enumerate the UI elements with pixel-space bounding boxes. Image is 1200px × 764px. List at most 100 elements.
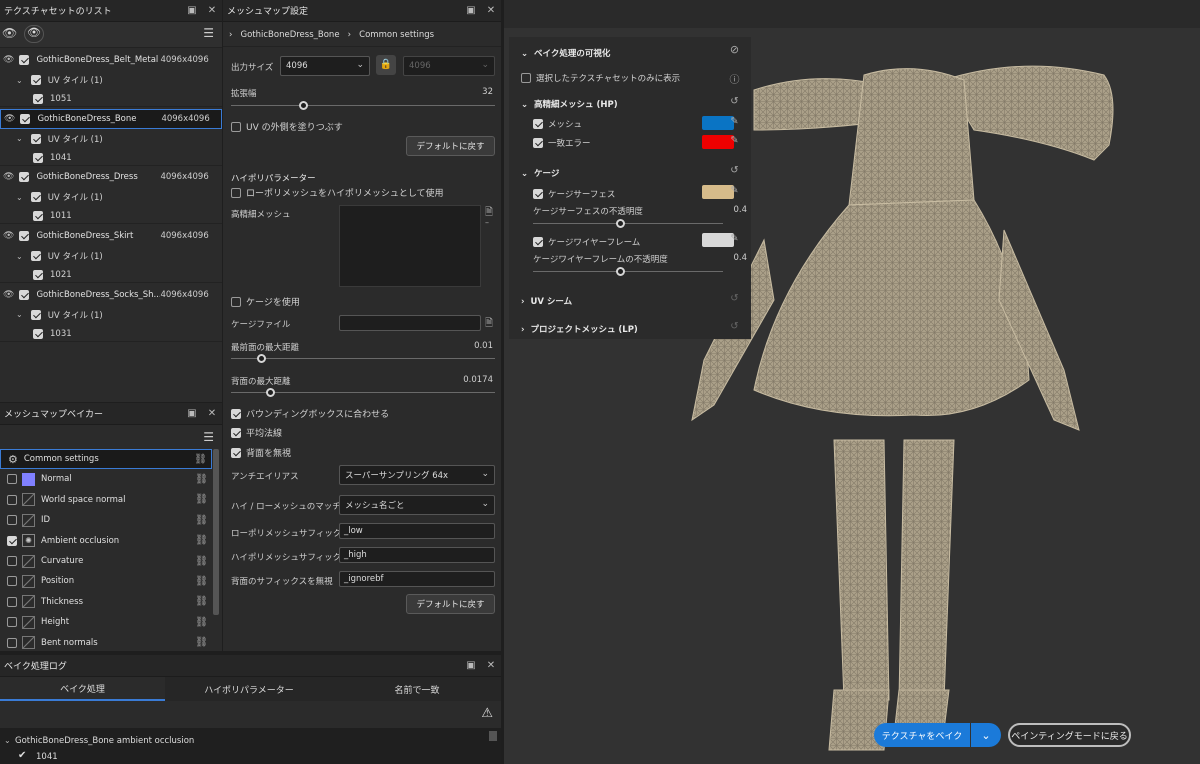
checkbox[interactable] <box>231 408 241 419</box>
checkbox[interactable] <box>30 133 41 144</box>
link-icon[interactable]: ⛓ <box>195 494 208 505</box>
chevron-down-icon[interactable]: ⌄ <box>16 76 23 85</box>
checkbox[interactable] <box>7 637 17 648</box>
checkbox[interactable] <box>533 138 543 148</box>
checkbox[interactable] <box>231 427 241 438</box>
checkbox[interactable] <box>33 328 43 339</box>
uv-tile-row[interactable]: 1041 <box>33 150 72 166</box>
average-normals-checkbox[interactable]: 平均法線 <box>231 426 282 439</box>
baker-map-row[interactable]: ✺ Ambient occlusion ⛓ <box>0 531 212 551</box>
bake-texture-button[interactable]: テクスチャをベイク <box>874 723 970 747</box>
checkbox[interactable] <box>533 189 543 199</box>
uv-seam-section[interactable]: › UV シーム <box>521 295 572 307</box>
link-icon[interactable]: ⛓ <box>195 576 208 587</box>
antialias-select[interactable]: スーパーサンプリング 64x ⌄ <box>339 465 495 485</box>
texture-set-row[interactable]: 👁 GothicBoneDress_Socks_Sh... 4096x4096 <box>0 285 222 305</box>
uv-tile-row[interactable]: 1011 <box>33 208 72 224</box>
uv-tile-row[interactable]: 1051 <box>33 91 72 107</box>
checkbox[interactable] <box>7 556 17 566</box>
hp-section[interactable]: ⌄ 高精細メッシュ (HP) <box>521 98 618 110</box>
slider-knob[interactable] <box>257 354 266 363</box>
baker-map-row[interactable]: Thickness ⛓ <box>0 592 212 612</box>
eyedropper-icon[interactable]: ✎ <box>728 116 741 129</box>
slider-knob[interactable] <box>616 267 625 276</box>
eyedropper-icon[interactable]: ✎ <box>728 135 741 148</box>
max-frontal-slider[interactable] <box>231 354 495 363</box>
low-suffix-field[interactable]: _low <box>339 523 495 539</box>
checkbox[interactable] <box>30 251 41 262</box>
output-size-height-select[interactable]: 4096 ⌄ <box>403 56 495 76</box>
checkbox[interactable] <box>30 309 41 320</box>
dilation-slider[interactable] <box>231 101 495 110</box>
checkbox[interactable] <box>7 596 17 607</box>
reset-default-button[interactable]: デフォルトに戻す <box>406 594 495 614</box>
close-icon[interactable]: ✕ <box>202 408 222 419</box>
texture-set-row[interactable]: 👁 GothicBoneDress_Skirt 4096x4096 <box>0 226 222 246</box>
hp-mesh-checkbox[interactable]: メッシュ <box>533 118 582 130</box>
float-icon[interactable]: ▣ <box>461 660 481 671</box>
solo-eye-icon[interactable]: 👁 <box>24 25 44 43</box>
checkbox[interactable] <box>19 172 30 183</box>
eyedropper-icon[interactable]: ✎ <box>728 233 741 246</box>
show-selected-checkbox[interactable]: 選択したテクスチャセットのみに表示 <box>521 72 680 84</box>
checkbox[interactable] <box>30 75 41 85</box>
baker-map-row[interactable]: Position ⛓ <box>0 571 212 591</box>
link-icon[interactable]: ⛓ <box>195 535 208 546</box>
uv-tile-group[interactable]: ⌄ UV タイル (1) <box>16 189 103 205</box>
tab-hipoly[interactable]: ハイポリパラメーター <box>165 677 333 701</box>
link-icon[interactable]: ⛓ <box>195 637 208 648</box>
checkbox[interactable] <box>7 515 17 526</box>
slider-knob[interactable] <box>616 219 625 228</box>
link-icon[interactable]: ⛓ <box>195 515 208 526</box>
checkbox[interactable] <box>33 211 43 222</box>
checkbox[interactable] <box>33 94 43 104</box>
max-rear-slider[interactable] <box>231 388 495 397</box>
uv-tile-group[interactable]: ⌄ UV タイル (1) <box>16 307 103 323</box>
bake-options-button[interactable]: ⌄ <box>971 723 1001 747</box>
baker-map-row[interactable]: Curvature ⛓ <box>0 551 212 571</box>
checkbox[interactable] <box>231 447 241 458</box>
remove-icon[interactable]: – <box>485 218 489 227</box>
chevron-down-icon[interactable]: ⌄ <box>16 310 23 319</box>
menu-icon[interactable]: ☰ <box>203 430 214 444</box>
baker-map-row[interactable]: Normal ⛓ <box>0 469 212 489</box>
log-entry[interactable]: GothicBoneDress_Bone ambient occlusion <box>15 736 194 746</box>
match-error-checkbox[interactable]: 一致エラー <box>533 137 591 149</box>
checkbox[interactable] <box>30 192 41 203</box>
checkbox[interactable] <box>7 494 17 505</box>
float-icon[interactable]: ▣ <box>182 408 202 419</box>
texture-set-row[interactable]: 👁 GothicBoneDress_Belt_Metal 4096x4096 <box>0 50 222 70</box>
baker-common-settings[interactable]: ⚙ Common settings ⛓ <box>0 449 212 469</box>
tab-bake[interactable]: ベイク処理 <box>0 677 165 701</box>
tab-match-name[interactable]: 名前で一致 <box>333 677 501 701</box>
reset-icon[interactable]: ↺ <box>728 321 741 334</box>
checkbox[interactable] <box>7 535 17 546</box>
link-icon[interactable]: ⛓ <box>195 617 208 628</box>
lock-icon[interactable]: 🔒 <box>376 55 396 75</box>
close-icon[interactable]: ✕ <box>202 5 222 16</box>
use-cage-checkbox[interactable]: ケージを使用 <box>231 295 300 308</box>
checkbox[interactable] <box>521 73 531 83</box>
reset-icon[interactable]: ↺ <box>728 96 741 109</box>
menu-icon[interactable]: ☰ <box>203 26 214 40</box>
hipoly-mesh-list[interactable] <box>339 205 481 287</box>
uv-tile-group[interactable]: ⌄ UV タイル (1) <box>16 131 103 147</box>
ignore-backface-checkbox[interactable]: 背面を無視 <box>231 446 291 459</box>
match-bbox-checkbox[interactable]: バウンディングボックスに合わせる <box>231 407 389 420</box>
chevron-down-icon[interactable]: ⌄ <box>4 736 11 745</box>
checkbox[interactable] <box>33 152 43 163</box>
close-icon[interactable]: ✕ <box>481 660 501 671</box>
checkbox[interactable] <box>231 296 241 307</box>
float-icon[interactable]: ▣ <box>461 5 481 16</box>
eye-icon[interactable]: 👁 <box>3 290 14 300</box>
eyedropper-icon[interactable]: ✎ <box>728 185 741 198</box>
slider-knob[interactable] <box>266 388 275 397</box>
link-icon[interactable]: ⛓ <box>195 596 208 607</box>
close-icon[interactable]: ✕ <box>481 5 501 16</box>
slider-knob[interactable] <box>299 101 308 110</box>
checkbox[interactable] <box>19 55 30 65</box>
link-icon[interactable]: ⛓ <box>194 454 207 465</box>
chevron-down-icon[interactable]: ⌄ <box>16 252 23 261</box>
chevron-down-icon[interactable]: ⌄ <box>16 193 23 202</box>
link-icon[interactable]: ⛓ <box>195 474 208 485</box>
